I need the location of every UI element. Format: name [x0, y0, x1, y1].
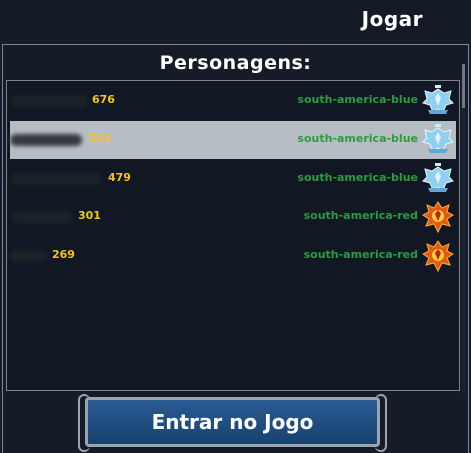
character-level: 676 — [92, 93, 115, 106]
scrollbar-thumb[interactable] — [462, 64, 465, 108]
character-region: south-america-red — [303, 248, 418, 261]
character-row[interactable]: 269 south-america-red — [10, 237, 456, 275]
blue-eagle-emblem-icon — [422, 163, 454, 192]
blue-eagle-emblem-icon — [422, 85, 454, 114]
red-phoenix-emblem-icon — [422, 201, 454, 234]
character-row-selected[interactable]: 501 south-america-blue — [10, 121, 456, 159]
character-region: south-america-blue — [297, 132, 418, 145]
character-level: 301 — [78, 209, 101, 222]
character-region: south-america-blue — [297, 93, 418, 106]
enter-game-button[interactable]: Entrar no Jogo — [78, 394, 387, 452]
title-bar: Jogar — [0, 0, 471, 40]
character-level: 501 — [89, 132, 112, 145]
character-name-redacted — [10, 95, 88, 107]
character-name-redacted — [10, 173, 102, 185]
blue-eagle-emblem-icon — [422, 124, 454, 153]
character-level: 269 — [52, 248, 75, 261]
character-name-redacted — [12, 211, 72, 223]
character-name-redacted — [10, 134, 82, 146]
character-name-redacted — [10, 250, 48, 262]
character-region: south-america-red — [303, 209, 418, 222]
character-row[interactable]: 676 south-america-blue — [10, 82, 456, 120]
characters-heading: Personagens: — [159, 52, 312, 74]
character-region: south-america-blue — [297, 171, 418, 184]
character-level: 479 — [108, 171, 131, 184]
red-phoenix-emblem-icon — [422, 240, 454, 273]
scrollbar-track[interactable] — [462, 64, 465, 394]
character-row[interactable]: 301 south-america-red — [10, 198, 456, 236]
window-title: Jogar — [361, 7, 423, 31]
character-row[interactable]: 479 south-america-blue — [10, 160, 456, 198]
